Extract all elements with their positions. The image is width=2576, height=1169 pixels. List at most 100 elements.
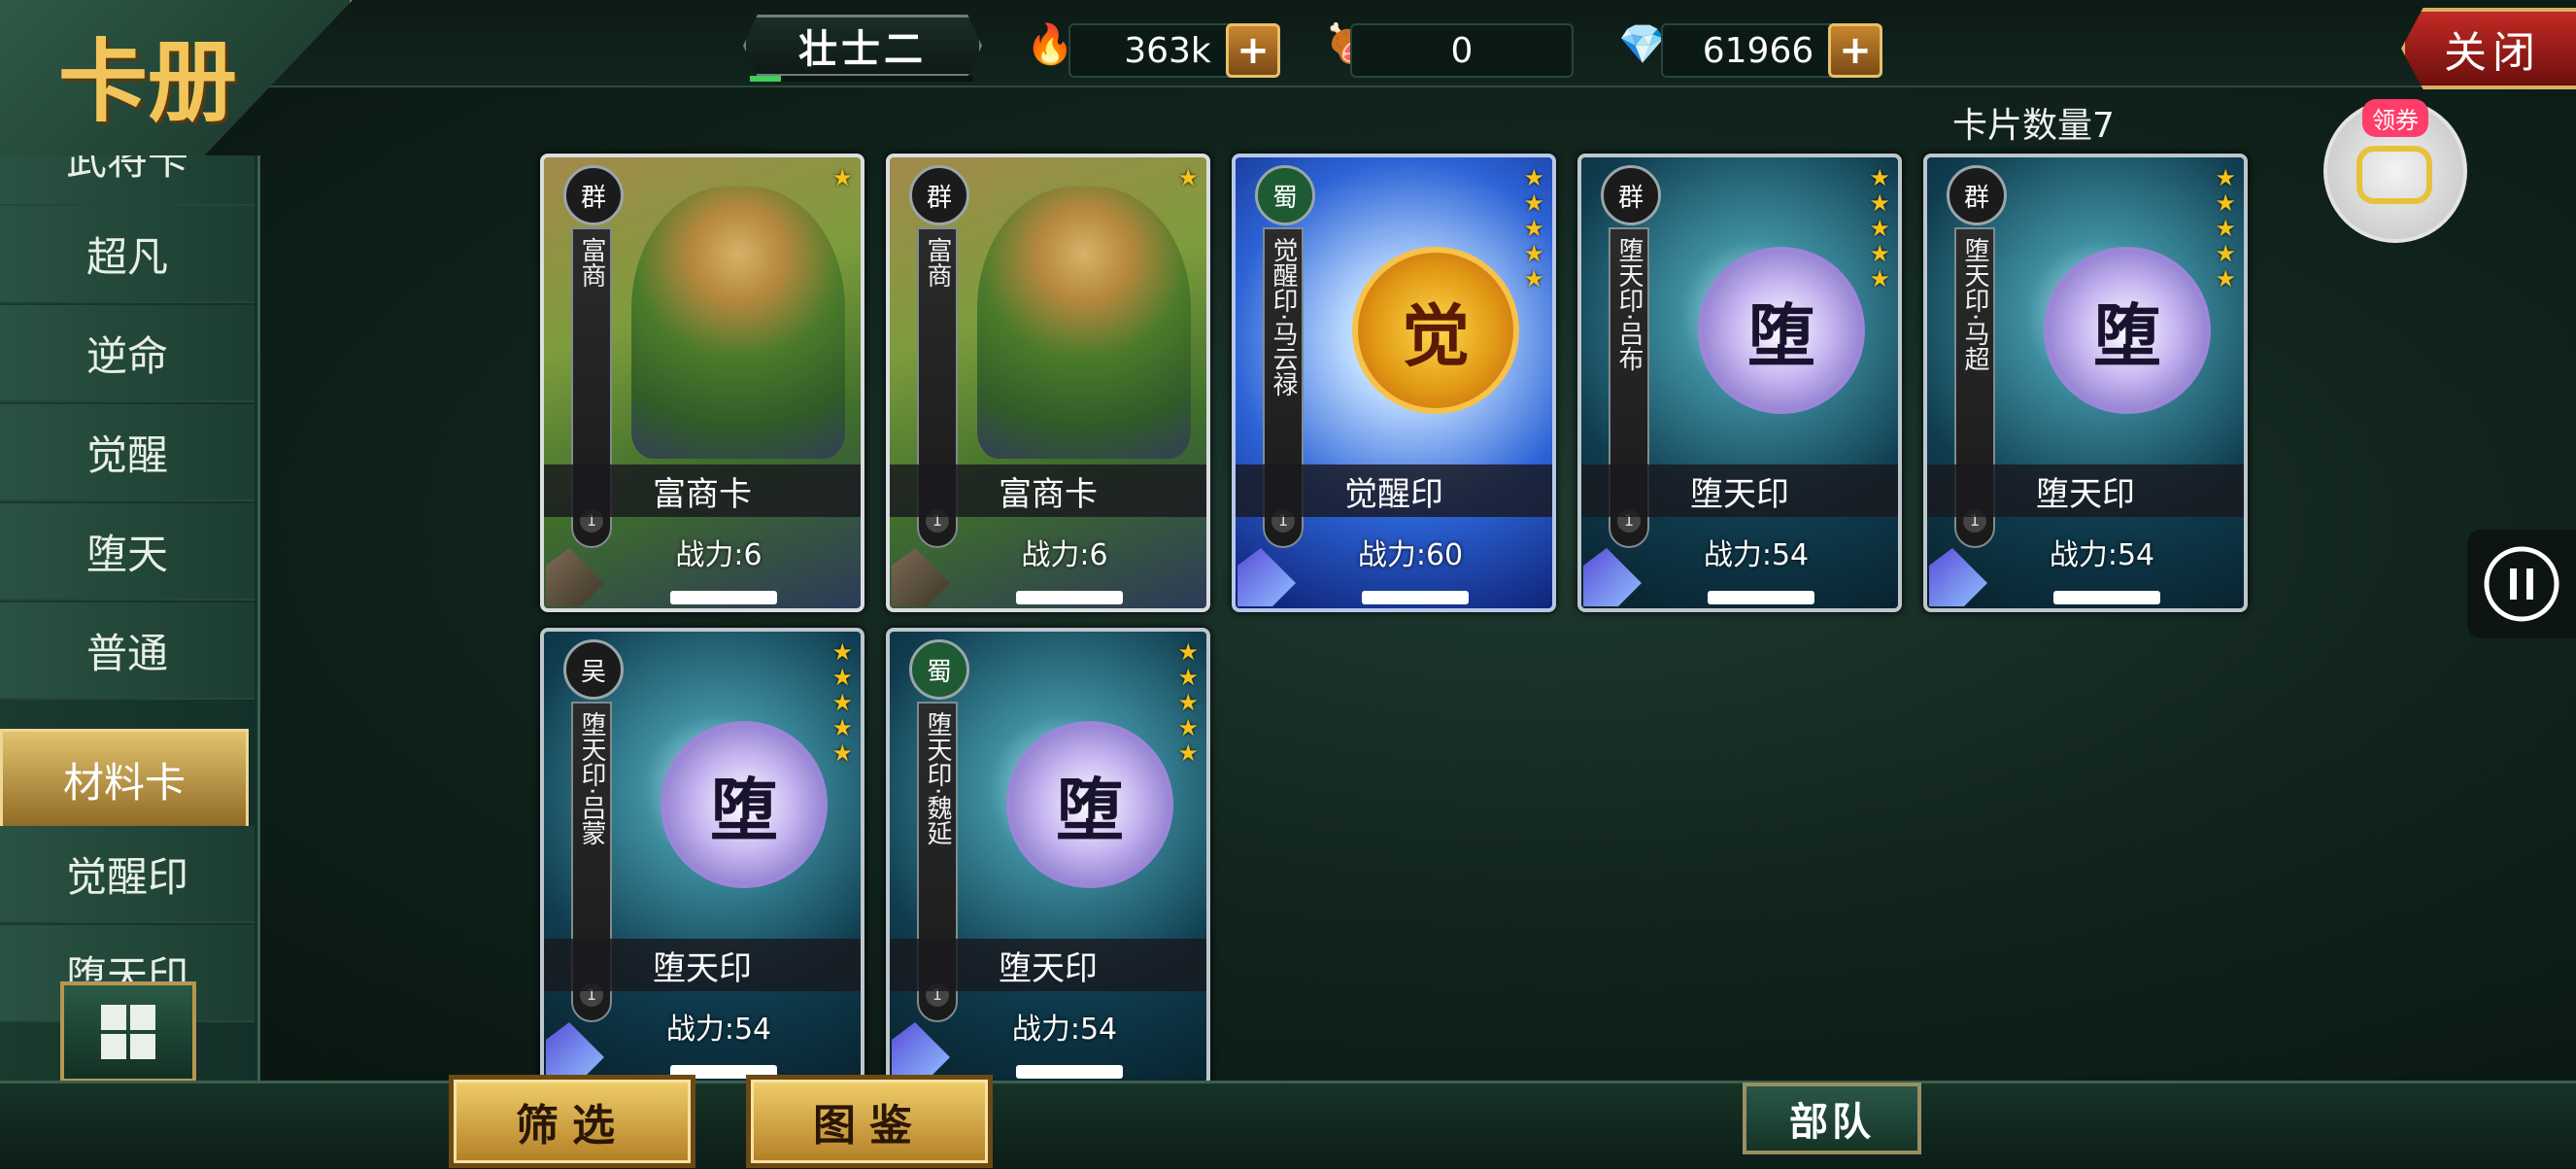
star-icon: ★: [831, 664, 853, 691]
card-power-bar: [1016, 591, 1123, 604]
add-flame-button[interactable]: +: [1226, 23, 1280, 78]
star-icon: ★: [1177, 689, 1199, 716]
sidebar-item-general-card[interactable]: 武将卡: [0, 155, 254, 206]
card-count-label: 卡片数量7: [1952, 106, 2115, 146]
card-name: 堕天印: [544, 939, 861, 991]
card-power-bar: [670, 591, 777, 604]
filter-label: 筛选: [516, 1101, 628, 1151]
gamepad-icon: [2356, 146, 2432, 204]
card-name: 觉醒印: [1236, 464, 1552, 517]
sidebar: 武将卡 超凡 逆命 觉醒 堕天 普通 材料卡 觉醒印 堕天印: [0, 155, 260, 1088]
card-power: 战力:54: [1011, 1013, 1118, 1047]
card-stars: ★ ★ ★ ★ ★: [2215, 165, 2236, 292]
resource-meat: 0: [1350, 23, 1574, 78]
star-icon: ★: [2215, 215, 2236, 242]
card-seal-icon: 觉: [1352, 247, 1519, 414]
card-power-bar: [1016, 1065, 1123, 1079]
card-power: 战力:60: [1357, 538, 1464, 572]
star-icon: ★: [831, 714, 853, 741]
star-icon: ★: [1177, 714, 1199, 741]
card-vertical-name: 觉醒印·马云禄: [1269, 237, 1298, 397]
card-stars: ★ ★ ★ ★ ★: [831, 639, 853, 766]
card-seal-icon: 堕: [1698, 247, 1865, 414]
card-power-bar: [1708, 591, 1814, 604]
card-item[interactable]: 群富商 1 ★ 富商卡 战力:6: [886, 154, 1210, 612]
team-button[interactable]: 部队: [1743, 1083, 1921, 1154]
sidebar-item-awaken-seal[interactable]: 觉醒印: [0, 826, 254, 923]
resource-meat-value: 0: [1450, 30, 1474, 71]
sidebar-item-label: 逆命: [85, 331, 168, 380]
star-icon: ★: [1869, 265, 1890, 292]
card-seal-icon: 堕: [1006, 721, 1173, 888]
card-vertical-name: 堕天印·马超: [1960, 237, 1989, 372]
card-stars: ★: [1177, 165, 1199, 190]
faction-badge: 群: [909, 165, 969, 225]
card-portrait: [631, 187, 845, 459]
coupon-button[interactable]: 领券: [2323, 99, 2467, 243]
card-seal-icon: 堕: [661, 721, 828, 888]
gallery-label: 图鉴: [813, 1101, 926, 1151]
sidebar-item-defy-fate[interactable]: 逆命: [0, 305, 254, 402]
card-name: 堕天印: [1581, 464, 1898, 517]
star-icon: ★: [831, 739, 853, 767]
star-icon: ★: [1523, 240, 1544, 267]
filter-button[interactable]: 筛选: [449, 1075, 695, 1168]
card-stars: ★ ★ ★ ★ ★: [1523, 165, 1544, 292]
card-vertical-name: 堕天印·吕布: [1614, 237, 1644, 372]
sidebar-item-normal[interactable]: 普通: [0, 602, 254, 700]
pause-icon: [2484, 546, 2559, 622]
star-icon: ★: [831, 638, 853, 666]
card-item[interactable]: 堕群堕天印·马超 1 ★ ★ ★ ★ ★ 堕天印 战力:54: [1923, 154, 2248, 612]
faction-badge: 蜀: [1255, 165, 1315, 225]
sidebar-item-label: 觉醒: [85, 430, 168, 479]
card-item[interactable]: 堕吴堕天印·吕蒙 1 ★ ★ ★ ★ ★ 堕天印 战力:54: [540, 628, 864, 1086]
card-stars: ★ ★ ★ ★ ★: [1869, 165, 1890, 292]
star-icon: ★: [1869, 164, 1890, 191]
star-icon: ★: [2215, 265, 2236, 292]
resource-diamond-value: 61966: [1702, 30, 1814, 71]
card-name: 富商卡: [890, 464, 1206, 517]
card-power-bar: [2053, 591, 2160, 604]
star-icon: ★: [2215, 240, 2236, 267]
card-power: 战力:6: [1021, 538, 1108, 572]
team-label: 部队: [1789, 1100, 1875, 1145]
star-icon: ★: [831, 164, 853, 191]
card-seal-icon: 堕: [2044, 247, 2211, 414]
pause-button[interactable]: [2467, 530, 2576, 638]
card-item[interactable]: 群富商 1 ★ 富商卡 战力:6: [540, 154, 864, 612]
sidebar-item-label: 普通: [85, 629, 168, 677]
rank-progress-bar: [750, 76, 973, 82]
card-item[interactable]: 堕蜀堕天印·魏延 1 ★ ★ ★ ★ ★ 堕天印 战力:54: [886, 628, 1210, 1086]
star-icon: ★: [831, 689, 853, 716]
gallery-button[interactable]: 图鉴: [746, 1075, 993, 1168]
sidebar-item-material-card[interactable]: 材料卡: [0, 729, 249, 830]
sidebar-item-extraordinary[interactable]: 超凡: [0, 206, 254, 303]
faction-badge: 吴: [563, 639, 624, 700]
sidebar-item-fallen[interactable]: 堕天: [0, 503, 254, 601]
card-item[interactable]: 觉蜀觉醒印·马云禄 1 ★ ★ ★ ★ ★ 觉醒印 战力:60: [1232, 154, 1556, 612]
resource-diamond: 61966: [1661, 23, 1855, 78]
star-icon: ★: [1177, 739, 1199, 767]
card-power-bar: [1362, 591, 1469, 604]
star-icon: ★: [1523, 265, 1544, 292]
flame-icon: 🔥: [1026, 22, 1074, 67]
rank-label: 壮士二: [798, 27, 927, 72]
star-icon: ★: [1523, 215, 1544, 242]
album-logo-text: 卡册: [58, 29, 238, 134]
add-diamond-button[interactable]: +: [1828, 23, 1882, 78]
star-icon: ★: [2215, 164, 2236, 191]
sidebar-item-label: 武将卡: [65, 155, 188, 184]
card-vertical-name: 富商: [577, 237, 606, 288]
grid-menu-button[interactable]: [60, 981, 196, 1083]
faction-badge: 群: [1601, 165, 1661, 225]
rank-progress-fill: [750, 76, 782, 82]
card-vertical-name: 富商: [923, 237, 952, 288]
star-icon: ★: [1523, 189, 1544, 217]
card-item[interactable]: 堕群堕天印·吕布 1 ★ ★ ★ ★ ★ 堕天印 战力:54: [1577, 154, 1902, 612]
rank-badge: 壮士二: [743, 15, 982, 77]
card-name: 富商卡: [544, 464, 861, 517]
close-button[interactable]: 关闭: [2401, 8, 2576, 89]
sidebar-item-awaken[interactable]: 觉醒: [0, 404, 254, 501]
card-portrait: [977, 187, 1191, 459]
card-name: 堕天印: [890, 939, 1206, 991]
